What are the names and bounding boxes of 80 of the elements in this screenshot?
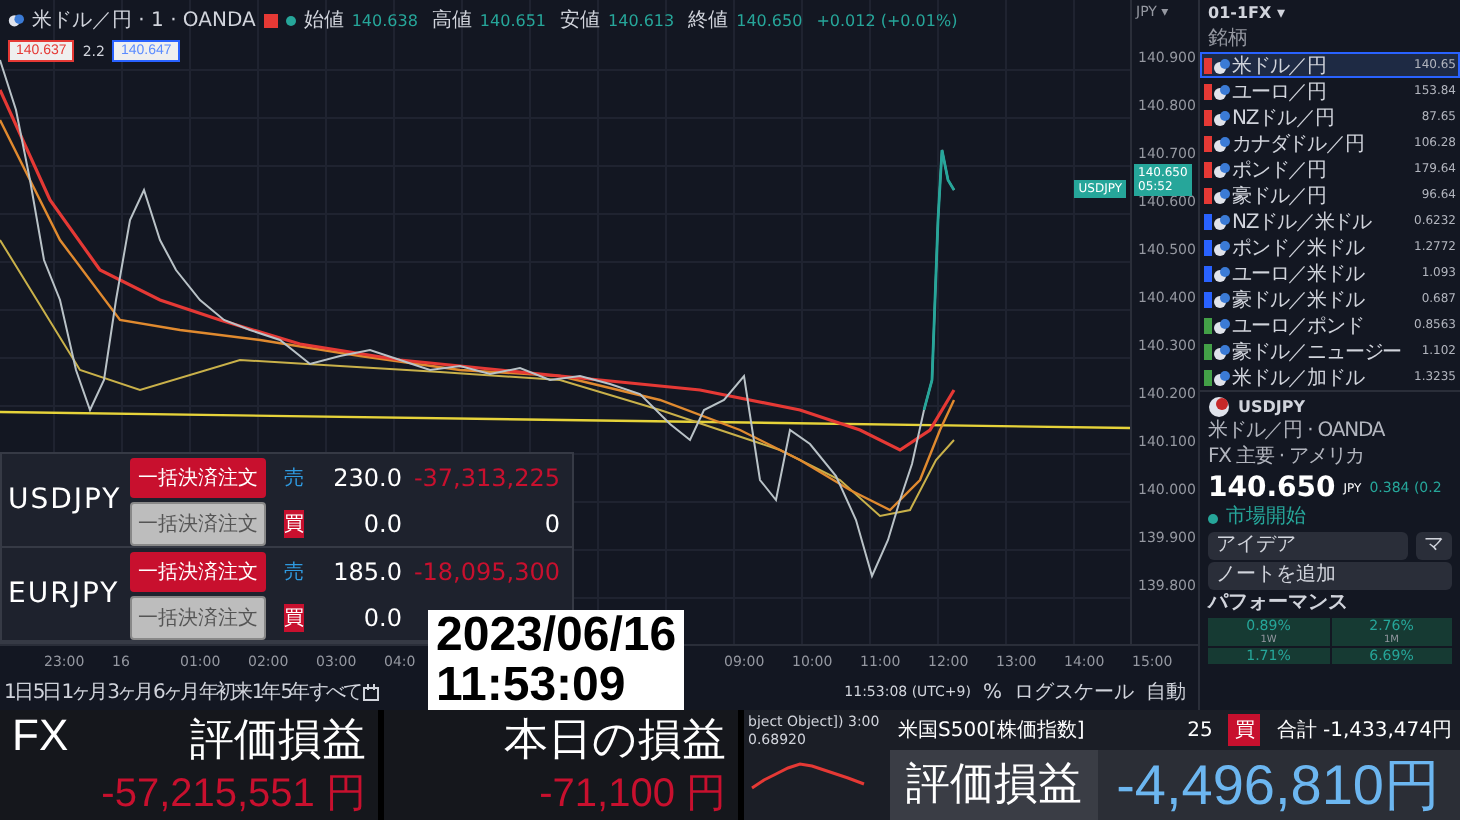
range-button[interactable]: 5日 (32, 678, 60, 706)
category-label: FX (12, 710, 69, 764)
ohlc-label: 終値 (688, 8, 729, 34)
range-button[interactable]: 3ヶ月 (107, 678, 151, 706)
unrealized-pl-value: -4,496,810円 (1116, 751, 1442, 819)
lot-amount: 185.0 (331, 557, 402, 585)
ohlc-label: 高値 (431, 7, 472, 34)
range-button[interactable]: 1年 (251, 678, 279, 706)
symbol-category: FX 主要 · アメリカ (1208, 446, 1367, 470)
range-button[interactable]: 5年 (280, 678, 308, 706)
profit-loss: -18,095,300 (411, 557, 562, 585)
pair-name: ユーロ／米ドル (1232, 261, 1364, 287)
ohlc-value: 140.651 (479, 11, 547, 29)
symbol-description: 米ドル／円 · OANDA (1208, 420, 1387, 444)
panel-title: 評価損益 (890, 750, 1098, 820)
profit-loss: 0 (542, 509, 562, 537)
date-text: 2023/06/16 (436, 610, 677, 660)
ohlc-value: 140.650 (736, 11, 803, 29)
panel-title: 本日の損益 (502, 714, 726, 766)
ohlc-value: 140.613 (608, 11, 675, 29)
range-button[interactable]: 1日 (4, 678, 31, 706)
last-price: 140.650 (1208, 472, 1336, 504)
side-label: 買 (284, 603, 304, 631)
currency-pair-icon (8, 12, 24, 28)
auto-scale-toggle[interactable]: 自動 (1146, 678, 1186, 706)
close-all-button[interactable]: 一括決済注文 (130, 457, 266, 497)
square-icon (263, 13, 278, 27)
price-change: +0.012 (+0.01%) (816, 11, 958, 29)
lot-amount: 25 (1187, 719, 1213, 741)
pair-name: 米ドル／円 (1232, 53, 1327, 79)
ohlc-label: 始値 (303, 8, 344, 34)
side-label: 売 (282, 559, 306, 585)
pair-name: カナダドル／円 (1232, 131, 1364, 157)
pair-name: NZドル／円 (1232, 105, 1334, 131)
pair-name: 豪ドル／米ドル (1232, 287, 1364, 313)
daily-pl-value: -71,100 円 (537, 770, 726, 820)
profit-loss: -37,313,225 (411, 463, 562, 491)
add-note-button[interactable]: ノートを追加 (1208, 562, 1452, 590)
log-scale-toggle[interactable]: ログスケール (1014, 678, 1134, 706)
range-button[interactable]: 6ヶ月 (153, 678, 197, 706)
range-button[interactable]: すべて (309, 678, 361, 706)
pair-name: NZドル／米ドル (1232, 209, 1372, 235)
more-button[interactable]: マ (1416, 532, 1452, 560)
section-title: パフォーマンス (1208, 592, 1350, 616)
side-label: 買 (284, 509, 304, 537)
status-dot-icon (1208, 513, 1218, 523)
watchlist-title[interactable]: 01-1FX ▾ (1200, 0, 1460, 28)
ohlc-value: 140.638 (351, 11, 418, 29)
ohlc-label: 安値 (560, 7, 601, 34)
close-all-button[interactable]: 一括決済注文 (130, 551, 266, 591)
symbol-name: USDJPY (1238, 398, 1306, 416)
pair-name: 豪ドル／ニュージー (1232, 339, 1402, 365)
calendar-icon (362, 683, 381, 701)
lot-amount: 0.0 (361, 603, 402, 631)
ideas-button[interactable]: アイデア (1208, 532, 1408, 560)
pair-name: 米ドル／加ドル (1232, 365, 1364, 391)
column-header: 銘柄 (1206, 28, 1250, 52)
lot-amount: 0.0 (361, 509, 402, 537)
lot-amount: 230.0 (331, 463, 402, 491)
panel-title: 評価損益 (188, 714, 366, 766)
symbol-title[interactable]: 米ドル／円 · 1 · OANDA (32, 6, 256, 34)
market-status: 市場開始 (1226, 506, 1306, 530)
unrealized-pl-value: -57,215,551 円 (99, 770, 366, 820)
status-dot-icon (285, 15, 296, 25)
range-button[interactable]: 1ヶ月 (61, 678, 106, 706)
percent-toggle[interactable]: % (982, 681, 1002, 703)
range-button[interactable]: 年初来 (198, 678, 250, 706)
pair-name: ポンド／円 (1232, 157, 1327, 183)
index-name: 米国S500[株価指数] (898, 717, 1085, 744)
pair-name: 豪ドル／円 (1232, 183, 1327, 209)
currency-pair-icon (1208, 396, 1230, 418)
close-all-button[interactable]: 一括決済注文 (130, 501, 266, 545)
pair-name: ユーロ／円 (1232, 79, 1327, 105)
total-value: 合計 -1,433,474円 (1276, 717, 1452, 744)
side-label: 売 (282, 465, 306, 491)
pair-name: ユーロ／ポンド (1232, 313, 1364, 339)
side-label: 買 (1228, 714, 1261, 746)
time-text: 11:53:09 (436, 660, 628, 710)
close-all-button[interactable]: 一括決済注文 (130, 595, 266, 639)
pair-name: ポンド／米ドル (1232, 235, 1364, 261)
